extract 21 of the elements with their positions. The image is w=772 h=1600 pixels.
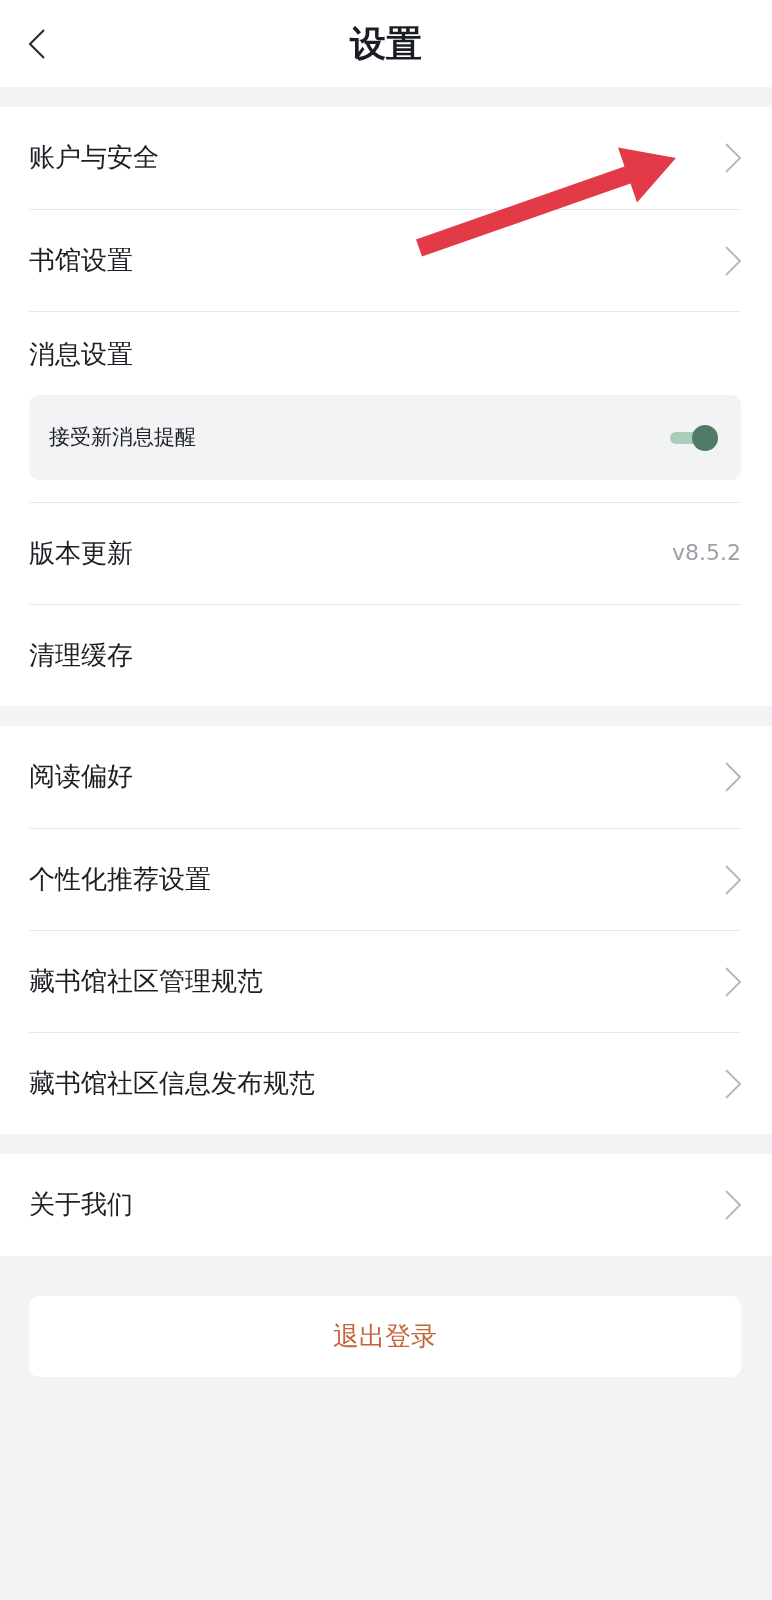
menu-item[interactable]: 藏书馆社区管理规范	[29, 930, 741, 1032]
back-icon[interactable]	[29, 28, 45, 59]
chevron-right-icon	[725, 762, 741, 792]
chevron-right-icon	[725, 864, 741, 895]
chevron-right-icon	[725, 966, 741, 997]
menu-item[interactable]: 个性化推荐设置	[29, 828, 741, 930]
menu-item[interactable]: 账户与安全	[29, 107, 741, 209]
menu-item[interactable]: 藏书馆社区信息发布规范	[29, 1032, 741, 1134]
chevron-right-icon	[725, 1190, 741, 1220]
chevron-right-icon	[725, 245, 741, 276]
menu-item[interactable]: 清理缓存	[29, 604, 741, 706]
toggle-switch[interactable]	[670, 424, 718, 451]
logout-button[interactable]: 退出登录	[29, 1296, 741, 1377]
menu-item[interactable]: 阅读偏好	[29, 726, 741, 828]
toggle-label: 接受新消息提醒	[49, 424, 196, 451]
chevron-right-icon	[725, 1068, 741, 1099]
page-title: 设置	[349, 21, 422, 66]
setting-label: 版本更新	[29, 537, 133, 570]
version-text: v8.5.2	[672, 540, 741, 567]
chevron-right-icon	[725, 143, 741, 173]
section-heading: 消息设置	[29, 339, 133, 369]
